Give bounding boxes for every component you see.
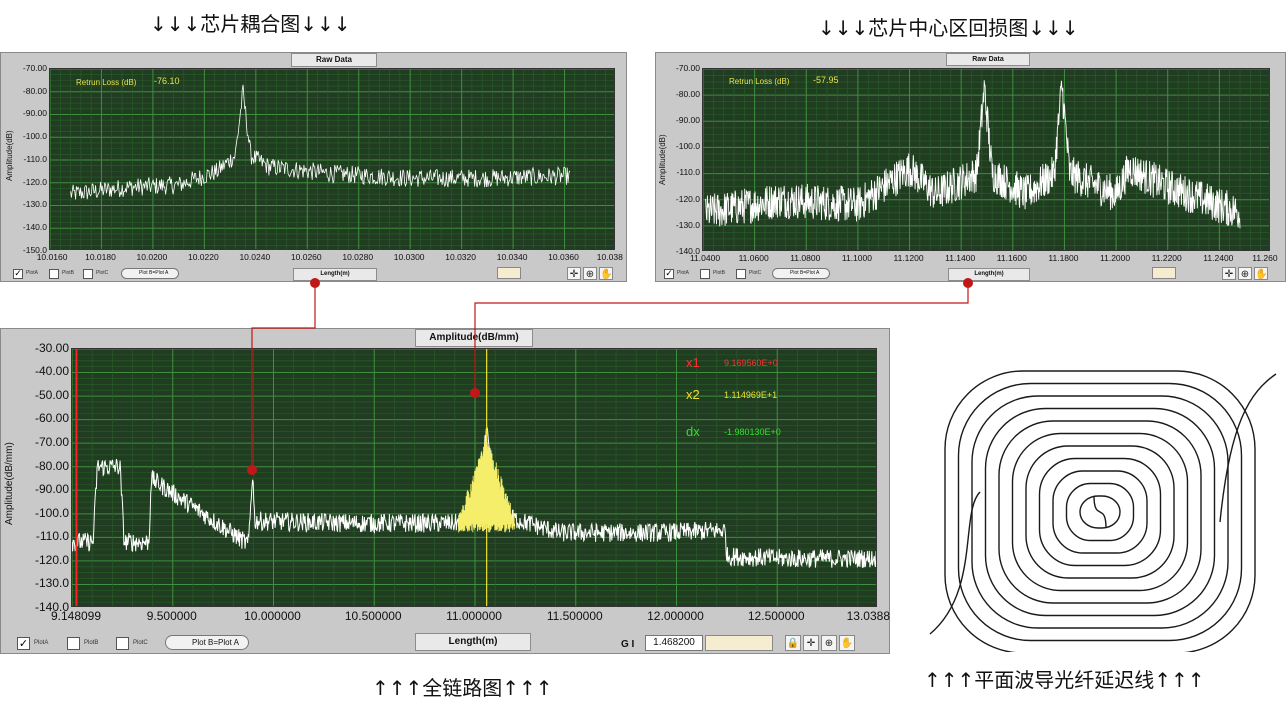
spiral-center-s-bend <box>1093 495 1107 529</box>
connector-center <box>470 278 973 398</box>
spiral-waveguide-diagram <box>929 370 1277 652</box>
connector-coupling <box>247 278 320 475</box>
